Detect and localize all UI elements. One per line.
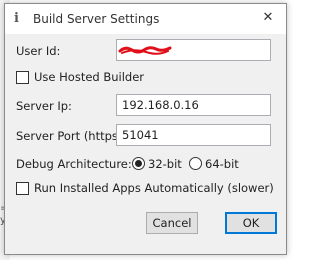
server-ip-label: Server Ip:	[16, 99, 72, 113]
ok-button[interactable]: OK	[225, 212, 277, 234]
server-port-label: Server Port (https):	[16, 129, 127, 143]
use-hosted-builder-label: Use Hosted Builder	[34, 70, 145, 84]
radio-32-bit[interactable]	[132, 157, 145, 170]
run-installed-apps-label: Run Installed Apps Automatically (slower…	[34, 181, 274, 195]
server-port-field[interactable]: 51041	[116, 124, 271, 146]
radio-64-bit-label: 64-bit	[205, 157, 239, 171]
debug-architecture-label: Debug Architecture:	[16, 157, 132, 171]
dialog-title: Build Server Settings	[33, 12, 160, 26]
radio-32-bit-label: 32-bit	[148, 157, 182, 171]
build-server-settings-dialog: i Build Server Settings ✕ User Id: Use H…	[4, 3, 287, 255]
use-hosted-builder-checkbox[interactable]	[16, 71, 29, 84]
user-id-label: User Id:	[16, 44, 61, 58]
info-icon: i	[14, 11, 19, 26]
run-installed-apps-checkbox[interactable]	[16, 182, 29, 195]
title-bar[interactable]: i Build Server Settings ✕	[5, 4, 286, 34]
close-button[interactable]: ✕	[258, 8, 278, 28]
radio-64-bit[interactable]	[189, 157, 202, 170]
redaction-scribble	[118, 46, 172, 55]
cancel-button[interactable]: Cancel	[146, 212, 198, 234]
server-ip-field[interactable]: 192.168.0.16	[116, 94, 271, 116]
